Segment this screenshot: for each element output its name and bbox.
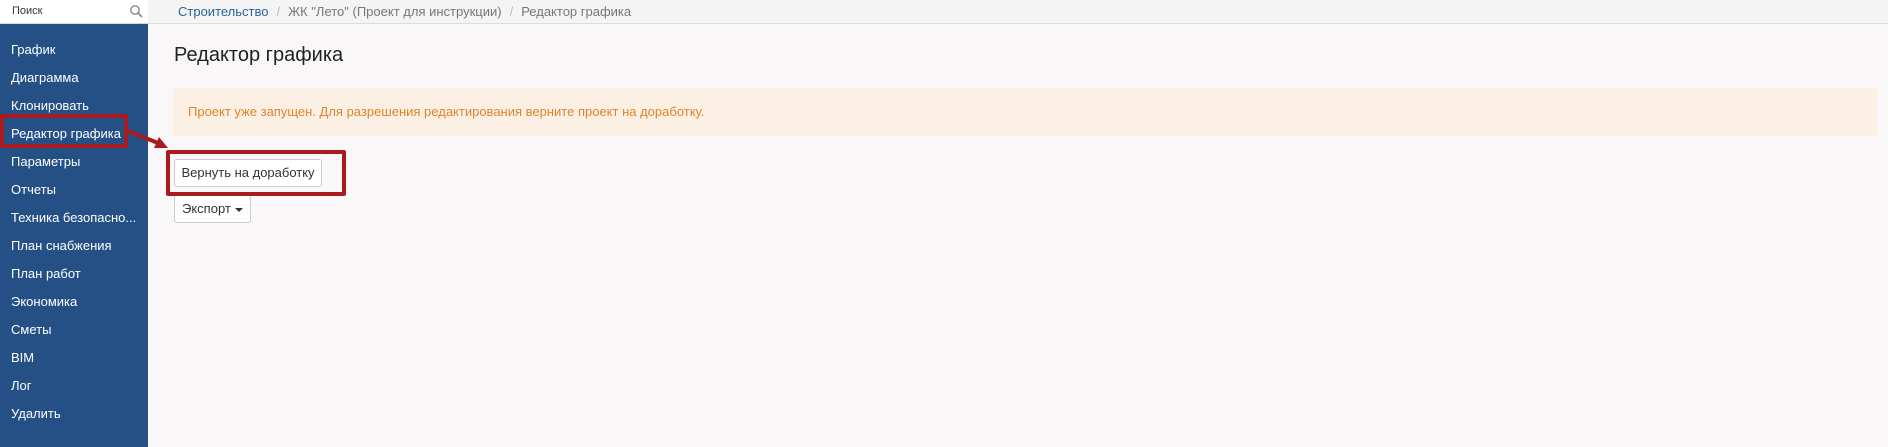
sidebar-item-bim[interactable]: BIM: [0, 344, 148, 372]
sidebar-item-work-plan[interactable]: План работ: [0, 260, 148, 288]
alert-message: Проект уже запущен. Для разрешения редак…: [188, 104, 705, 119]
caret-down-icon: [234, 207, 243, 212]
sidebar-item-estimates[interactable]: Сметы: [0, 316, 148, 344]
sidebar-item-diagram[interactable]: Диаграмма: [0, 64, 148, 92]
warning-alert: Проект уже запущен. Для разрешения редак…: [173, 88, 1877, 136]
search-input[interactable]: [4, 1, 140, 21]
breadcrumb-separator: /: [276, 4, 281, 19]
breadcrumb: Строительство / ЖК "Лето" (Проект для инст…: [178, 0, 631, 24]
sidebar-item-delete[interactable]: Удалить: [0, 400, 148, 428]
sidebar-item-reports[interactable]: Отчеты: [0, 176, 148, 204]
breadcrumb-link-construction[interactable]: Строительство: [178, 4, 268, 19]
sidebar-item-log[interactable]: Лог: [0, 372, 148, 400]
sidebar-item-economics[interactable]: Экономика: [0, 288, 148, 316]
page-title: Редактор графика: [174, 44, 344, 66]
sidebar-item-supply-plan[interactable]: План снабжения: [0, 232, 148, 260]
nav-highlight-frame: [0, 114, 128, 148]
annotation-arrow-icon: [127, 129, 168, 148]
button-highlight-frame: [166, 150, 346, 196]
breadcrumb-item-current: Редактор графика: [521, 4, 632, 19]
search-icon[interactable]: [129, 4, 143, 18]
breadcrumb-item-project[interactable]: ЖК "Лето" (Проект для инструкции): [288, 4, 501, 19]
sidebar-item-schedule[interactable]: График: [0, 36, 148, 64]
export-button-label: Экспорт: [182, 201, 231, 216]
search-box: [0, 0, 148, 24]
sidebar-nav: График Диаграмма Клонировать Редактор гр…: [0, 36, 148, 428]
breadcrumb-separator: /: [509, 4, 514, 19]
sidebar-item-parameters[interactable]: Параметры: [0, 148, 148, 176]
export-dropdown-button[interactable]: Экспорт: [174, 195, 251, 223]
top-bar: Строительство / ЖК "Лето" (Проект для инст…: [148, 0, 1888, 24]
sidebar-item-safety[interactable]: Техника безопасно...: [0, 204, 148, 232]
sidebar: График Диаграмма Клонировать Редактор гр…: [0, 0, 148, 447]
